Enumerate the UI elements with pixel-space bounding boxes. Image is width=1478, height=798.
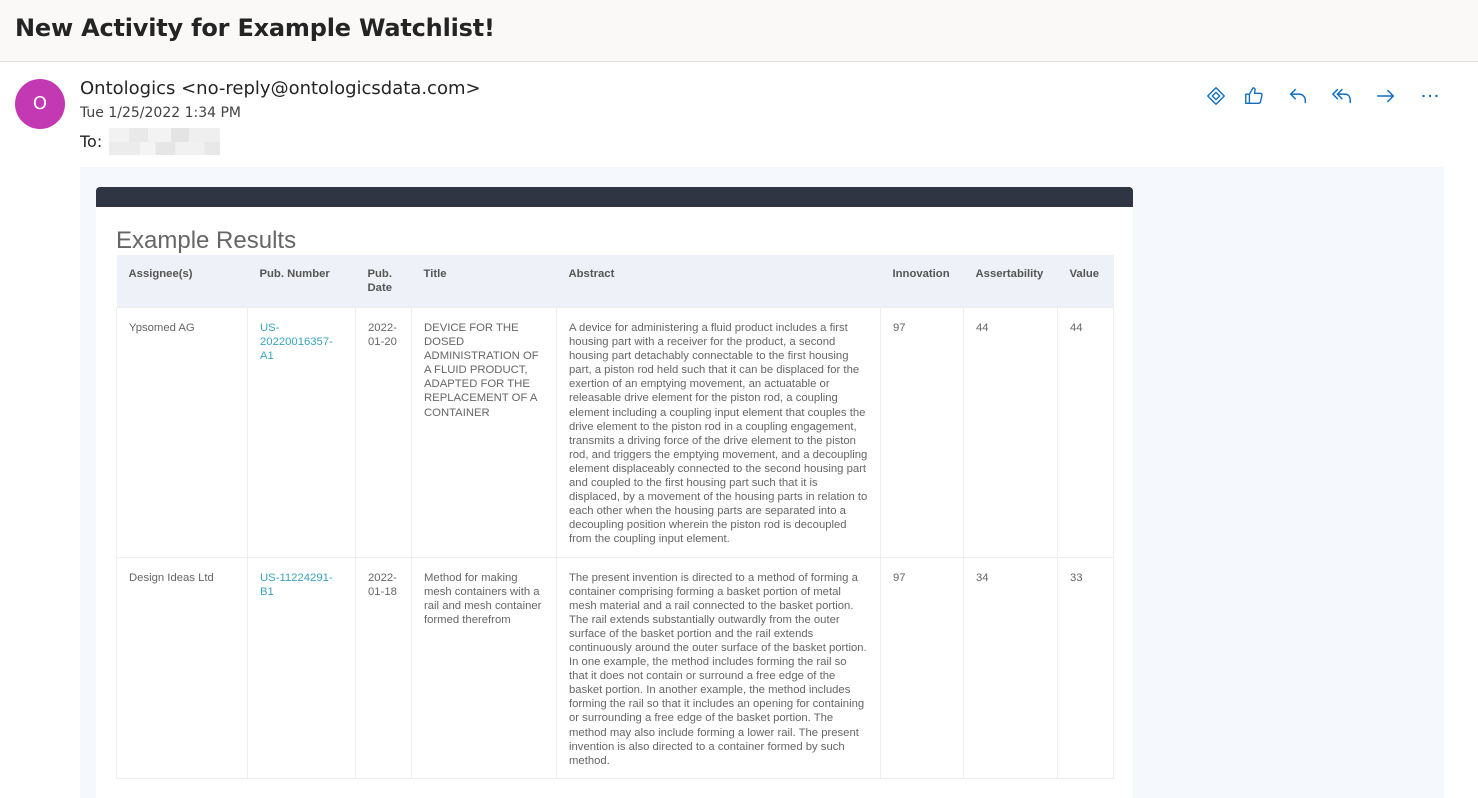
reply-all-icon [1332, 88, 1351, 104]
col-header-pub-number: Pub. Number [247, 255, 356, 308]
more-options-button[interactable] [1408, 82, 1452, 110]
value-cell: 33 [1057, 556, 1114, 779]
col-header-assertability: Assertability [963, 255, 1058, 308]
subject-bar: New Activity for Example Watchlist! [0, 0, 1478, 62]
assignee-cell: Ypsomed AG [116, 307, 248, 558]
results-title: Example Results [116, 227, 297, 254]
results-table: Assignee(s) Pub. Number Pub. Date Title … [116, 255, 1114, 779]
col-header-assignee: Assignee(s) [116, 255, 248, 308]
title-cell: DEVICE FOR THE DOSED ADMINISTRATION OF A… [411, 307, 557, 558]
col-header-abstract: Abstract [556, 255, 881, 308]
message-actions [1200, 82, 1452, 110]
abstract-cell: A device for administering a fluid produ… [556, 307, 881, 558]
pub-date-cell: 2022-01-20 [355, 307, 412, 558]
forward-button[interactable] [1364, 82, 1408, 110]
immersive-reader-button[interactable] [1200, 82, 1232, 110]
to-label: To: [80, 132, 103, 151]
value-cell: 44 [1057, 307, 1114, 558]
abstract-cell: The present invention is directed to a m… [556, 556, 881, 779]
col-header-title: Title [411, 255, 557, 308]
results-card: Example Results Assignee(s) Pub. Number … [96, 187, 1133, 798]
reply-button[interactable] [1276, 82, 1320, 110]
sender-avatar[interactable]: O [15, 79, 65, 129]
like-icon [1245, 87, 1263, 105]
table-header-row: Assignee(s) Pub. Number Pub. Date Title … [116, 255, 1114, 308]
sent-date: Tue 1/25/2022 1:34 PM [80, 105, 242, 121]
innovation-cell: 97 [880, 556, 964, 779]
pub-date-cell: 2022-01-18 [355, 556, 412, 779]
sender-name[interactable]: Ontologics <no-reply@ontologicsdata.com> [80, 78, 481, 99]
email-subject: New Activity for Example Watchlist! [15, 14, 495, 42]
innovation-cell: 97 [880, 307, 964, 558]
title-cell: Method for making mesh containers with a… [411, 556, 557, 779]
assertability-cell: 44 [963, 307, 1058, 558]
assertability-cell: 34 [963, 556, 1058, 779]
table-row: Ypsomed AG US-20220016357-A1 2022-01-20 … [116, 307, 1114, 558]
assignee-cell: Design Ideas Ltd [116, 556, 248, 779]
pub-number-link[interactable]: US-20220016357-A1 [260, 322, 333, 362]
immersive-reader-icon [1207, 87, 1225, 105]
card-header-bar [96, 187, 1133, 207]
col-header-value: Value [1057, 255, 1114, 308]
redacted-recipient [109, 128, 220, 155]
like-button[interactable] [1232, 82, 1276, 110]
reply-all-button[interactable] [1320, 82, 1364, 110]
reply-icon [1289, 88, 1307, 104]
more-options-icon [1422, 94, 1438, 98]
col-header-innovation: Innovation [880, 255, 964, 308]
pub-number-cell: US-11224291-B1 [247, 556, 356, 779]
pub-number-link[interactable]: US-11224291-B1 [260, 572, 333, 598]
col-header-pub-date: Pub. Date [355, 255, 412, 308]
forward-icon [1377, 89, 1395, 103]
pub-number-cell: US-20220016357-A1 [247, 307, 356, 558]
table-row: Design Ideas Ltd US-11224291-B1 2022-01-… [116, 556, 1114, 779]
